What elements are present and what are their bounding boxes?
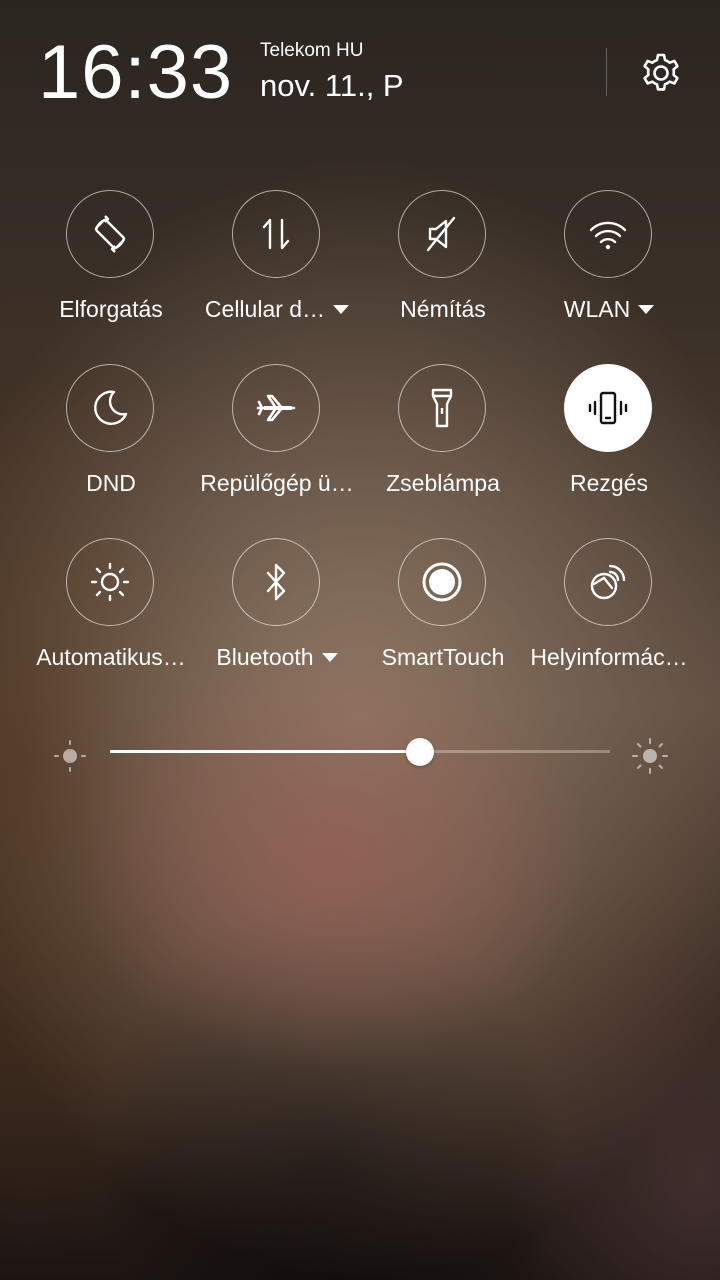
tile-label[interactable]: Némítás (352, 296, 534, 323)
tile-label-text: Cellular d… (204, 296, 326, 322)
tile-moon[interactable]: DND (28, 364, 194, 514)
tile-label[interactable]: Bluetooth (186, 644, 368, 671)
tile-label[interactable]: WLAN (518, 296, 700, 323)
gear-icon (643, 53, 679, 91)
tile-airplane[interactable]: Repülőgép ü… (194, 364, 360, 514)
tile-toggle-button[interactable] (66, 190, 154, 278)
rotate-icon (94, 215, 126, 253)
clock: 16:33 (38, 30, 234, 115)
smarttouch-icon (422, 562, 462, 602)
brightness-track[interactable] (110, 738, 610, 766)
cellular-data-icon (262, 218, 290, 250)
divider (606, 48, 607, 96)
bluetooth-icon (266, 563, 286, 601)
tile-label[interactable]: Zseblámpa (352, 470, 534, 497)
tile-mute[interactable]: Némítás (360, 190, 526, 340)
tile-toggle-button[interactable] (66, 538, 154, 626)
tile-toggle-button[interactable] (232, 364, 320, 452)
tile-label-text: WLAN (563, 296, 631, 322)
date: nov. 11., P (260, 68, 404, 103)
mute-icon (426, 216, 456, 252)
tile-label[interactable]: Repülőgép ü… (186, 470, 368, 497)
brightness-slider-row (0, 730, 720, 774)
moon-icon (94, 390, 128, 425)
location-icon (590, 564, 626, 600)
tile-label-text: DND (86, 470, 136, 496)
tile-label-text: Automatikus… (36, 644, 186, 670)
tile-bluetooth[interactable]: Bluetooth (194, 538, 360, 688)
caret-down-icon[interactable] (638, 305, 655, 314)
tile-brightness-auto[interactable]: Automatikus… (28, 538, 194, 688)
status-header: 16:33 Telekom HU nov. 11., P (0, 0, 720, 140)
tile-toggle-button[interactable] (398, 538, 486, 626)
brightness-thumb[interactable] (406, 738, 434, 766)
tile-label[interactable]: Cellular d… (186, 296, 368, 323)
airplane-icon (256, 394, 296, 422)
tile-toggle-button[interactable] (564, 190, 652, 278)
carrier-name: Telekom HU (260, 40, 364, 61)
tile-label-text: Elforgatás (59, 296, 163, 322)
tile-label-text: Helyinformác… (530, 644, 688, 670)
tile-label-text: Némítás (400, 296, 486, 322)
brightness-high-icon (632, 738, 668, 774)
tile-label[interactable]: DND (20, 470, 202, 497)
tile-toggle-button[interactable] (398, 190, 486, 278)
tile-toggle-button[interactable] (398, 364, 486, 452)
brightness-low-icon (54, 740, 86, 772)
tile-label-text: Rezgés (570, 470, 648, 496)
tile-toggle-button[interactable] (66, 364, 154, 452)
tile-label[interactable]: Elforgatás (20, 296, 202, 323)
tile-label[interactable]: SmartTouch (352, 644, 534, 671)
tile-label-text: Repülőgép ü… (200, 470, 354, 496)
caret-down-icon[interactable] (333, 305, 350, 314)
tile-vibrate[interactable]: Rezgés (526, 364, 692, 514)
wifi-icon (589, 221, 627, 250)
tile-flashlight[interactable]: Zseblámpa (360, 364, 526, 514)
caret-down-icon[interactable] (321, 653, 338, 662)
tile-wifi[interactable]: WLAN (526, 190, 692, 340)
tile-label[interactable]: Helyinformác… (518, 644, 700, 671)
tile-toggle-button[interactable] (232, 190, 320, 278)
tile-rotate[interactable]: Elforgatás (28, 190, 194, 340)
tile-cellular-data[interactable]: Cellular d… (194, 190, 360, 340)
tile-label[interactable]: Rezgés (518, 470, 700, 497)
tile-label[interactable]: Automatikus… (20, 644, 202, 671)
settings-button[interactable] (632, 44, 690, 102)
tile-toggle-button[interactable] (232, 538, 320, 626)
brightness-fill (110, 750, 420, 753)
tile-toggle-button[interactable] (564, 364, 652, 452)
flashlight-icon (431, 388, 453, 428)
vibrate-icon (588, 391, 628, 425)
tile-smarttouch[interactable]: SmartTouch (360, 538, 526, 688)
tile-toggle-button[interactable] (564, 538, 652, 626)
tile-label-text: Bluetooth (216, 644, 314, 670)
tile-location[interactable]: Helyinformác… (526, 538, 692, 688)
tile-label-text: SmartTouch (381, 644, 505, 670)
tile-label-text: Zseblámpa (386, 470, 500, 496)
brightness-auto-icon (90, 562, 130, 602)
